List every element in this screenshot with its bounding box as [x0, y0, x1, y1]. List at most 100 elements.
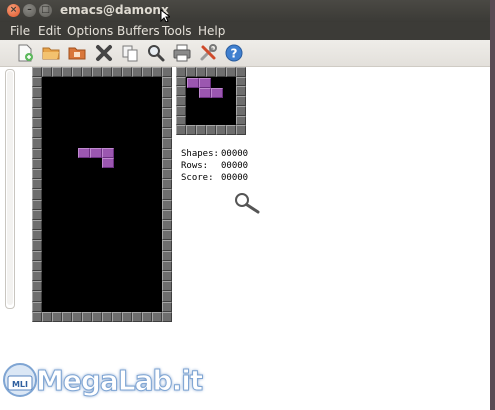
- border-cell: [206, 67, 216, 77]
- megalab-watermark: MLI MegaLab.it: [2, 362, 204, 410]
- menu-help[interactable]: Help: [198, 24, 225, 38]
- menu-edit[interactable]: Edit: [38, 24, 61, 38]
- vertical-scrollbar[interactable]: [5, 69, 15, 309]
- border-cell: [226, 125, 236, 135]
- border-cell: [162, 148, 172, 159]
- border-cell: [32, 199, 42, 210]
- border-cell: [52, 311, 62, 322]
- stat-label: Rows:: [181, 161, 209, 171]
- stat-value: 00000: [221, 173, 249, 183]
- magnifier-icon: [235, 193, 260, 214]
- border-cell: [42, 311, 52, 322]
- border-cell: [186, 67, 196, 77]
- border-cell: [32, 291, 42, 302]
- border-cell: [162, 118, 172, 129]
- minimize-window-button[interactable]: –: [23, 4, 36, 17]
- border-cell: [162, 281, 172, 292]
- game-stats: Shapes: 00000 Rows: 00000 Score: 00000: [181, 148, 248, 184]
- border-cell: [196, 125, 206, 135]
- maximize-window-button[interactable]: □: [39, 4, 52, 17]
- border-cell: [236, 115, 246, 126]
- border-cell: [162, 189, 172, 200]
- title-bar[interactable]: × – □ emacs@damonx: [0, 0, 490, 23]
- border-cell: [176, 67, 186, 77]
- watermark-badge: MLI: [12, 380, 28, 389]
- border-cell: [32, 281, 42, 292]
- next-piece-block: [211, 88, 223, 98]
- falling-piece-block: [78, 148, 90, 158]
- border-cell: [32, 67, 42, 78]
- emacs-window: × – □ emacs@damonx File Edit Options Buf…: [0, 0, 490, 410]
- border-cell: [32, 107, 42, 118]
- help-icon[interactable]: ?: [224, 43, 244, 63]
- border-cell: [162, 240, 172, 251]
- stat-shapes: Shapes: 00000: [181, 148, 248, 160]
- toolbar: ?: [0, 40, 490, 67]
- border-cell: [62, 67, 72, 78]
- search-icon[interactable]: [146, 43, 166, 63]
- border-cell: [32, 97, 42, 108]
- falling-piece-block: [102, 158, 114, 168]
- border-cell: [32, 77, 42, 88]
- border-cell: [236, 67, 246, 77]
- border-cell: [32, 301, 42, 312]
- close-icon[interactable]: [94, 43, 114, 63]
- border-cell: [142, 311, 152, 322]
- menu-bar: File Edit Options Buffers Tools Help: [0, 22, 490, 40]
- border-cell: [132, 67, 142, 78]
- open-folder-icon[interactable]: [41, 43, 61, 63]
- border-cell: [162, 271, 172, 282]
- mouse-cursor-icon: [160, 9, 170, 23]
- open-directory-icon[interactable]: [67, 43, 87, 63]
- playfield-well: [42, 77, 162, 312]
- border-cell: [72, 311, 82, 322]
- border-cell: [32, 311, 42, 322]
- menu-buffers[interactable]: Buffers: [117, 24, 160, 38]
- menu-file[interactable]: File: [10, 24, 30, 38]
- border-cell: [162, 179, 172, 190]
- border-cell: [186, 125, 196, 135]
- border-cell: [176, 125, 186, 135]
- menu-tools[interactable]: Tools: [162, 24, 192, 38]
- border-cell: [226, 67, 236, 77]
- svg-text:?: ?: [231, 47, 238, 61]
- border-cell: [52, 67, 62, 78]
- border-cell: [82, 67, 92, 78]
- border-cell: [236, 76, 246, 87]
- print-icon[interactable]: [172, 43, 192, 63]
- border-cell: [162, 169, 172, 180]
- border-cell: [32, 189, 42, 200]
- border-cell: [152, 67, 162, 78]
- border-cell: [236, 125, 246, 135]
- border-cell: [162, 291, 172, 302]
- border-cell: [112, 311, 122, 322]
- border-cell: [32, 148, 42, 159]
- copy-icon[interactable]: [120, 43, 140, 63]
- border-cell: [162, 107, 172, 118]
- new-file-icon[interactable]: [15, 43, 35, 63]
- border-cell: [122, 311, 132, 322]
- border-cell: [32, 230, 42, 241]
- border-cell: [196, 67, 206, 77]
- border-cell: [32, 118, 42, 129]
- stat-value: 00000: [221, 149, 249, 159]
- border-cell: [162, 260, 172, 271]
- border-cell: [102, 311, 112, 322]
- close-window-button[interactable]: ×: [7, 4, 20, 17]
- border-cell: [32, 260, 42, 271]
- menu-options[interactable]: Options: [67, 24, 113, 38]
- scrollbar-thumb[interactable]: [7, 71, 13, 305]
- border-cell: [162, 220, 172, 231]
- border-cell: [72, 67, 82, 78]
- stat-label: Shapes:: [181, 149, 219, 159]
- border-cell: [32, 209, 42, 220]
- border-cell: [162, 301, 172, 312]
- preferences-icon[interactable]: [198, 43, 218, 63]
- border-cell: [132, 311, 142, 322]
- border-cell: [162, 209, 172, 220]
- border-cell: [176, 96, 186, 106]
- border-cell: [92, 67, 102, 78]
- border-cell: [162, 250, 172, 261]
- next-piece-block: [187, 78, 199, 88]
- border-cell: [236, 105, 246, 116]
